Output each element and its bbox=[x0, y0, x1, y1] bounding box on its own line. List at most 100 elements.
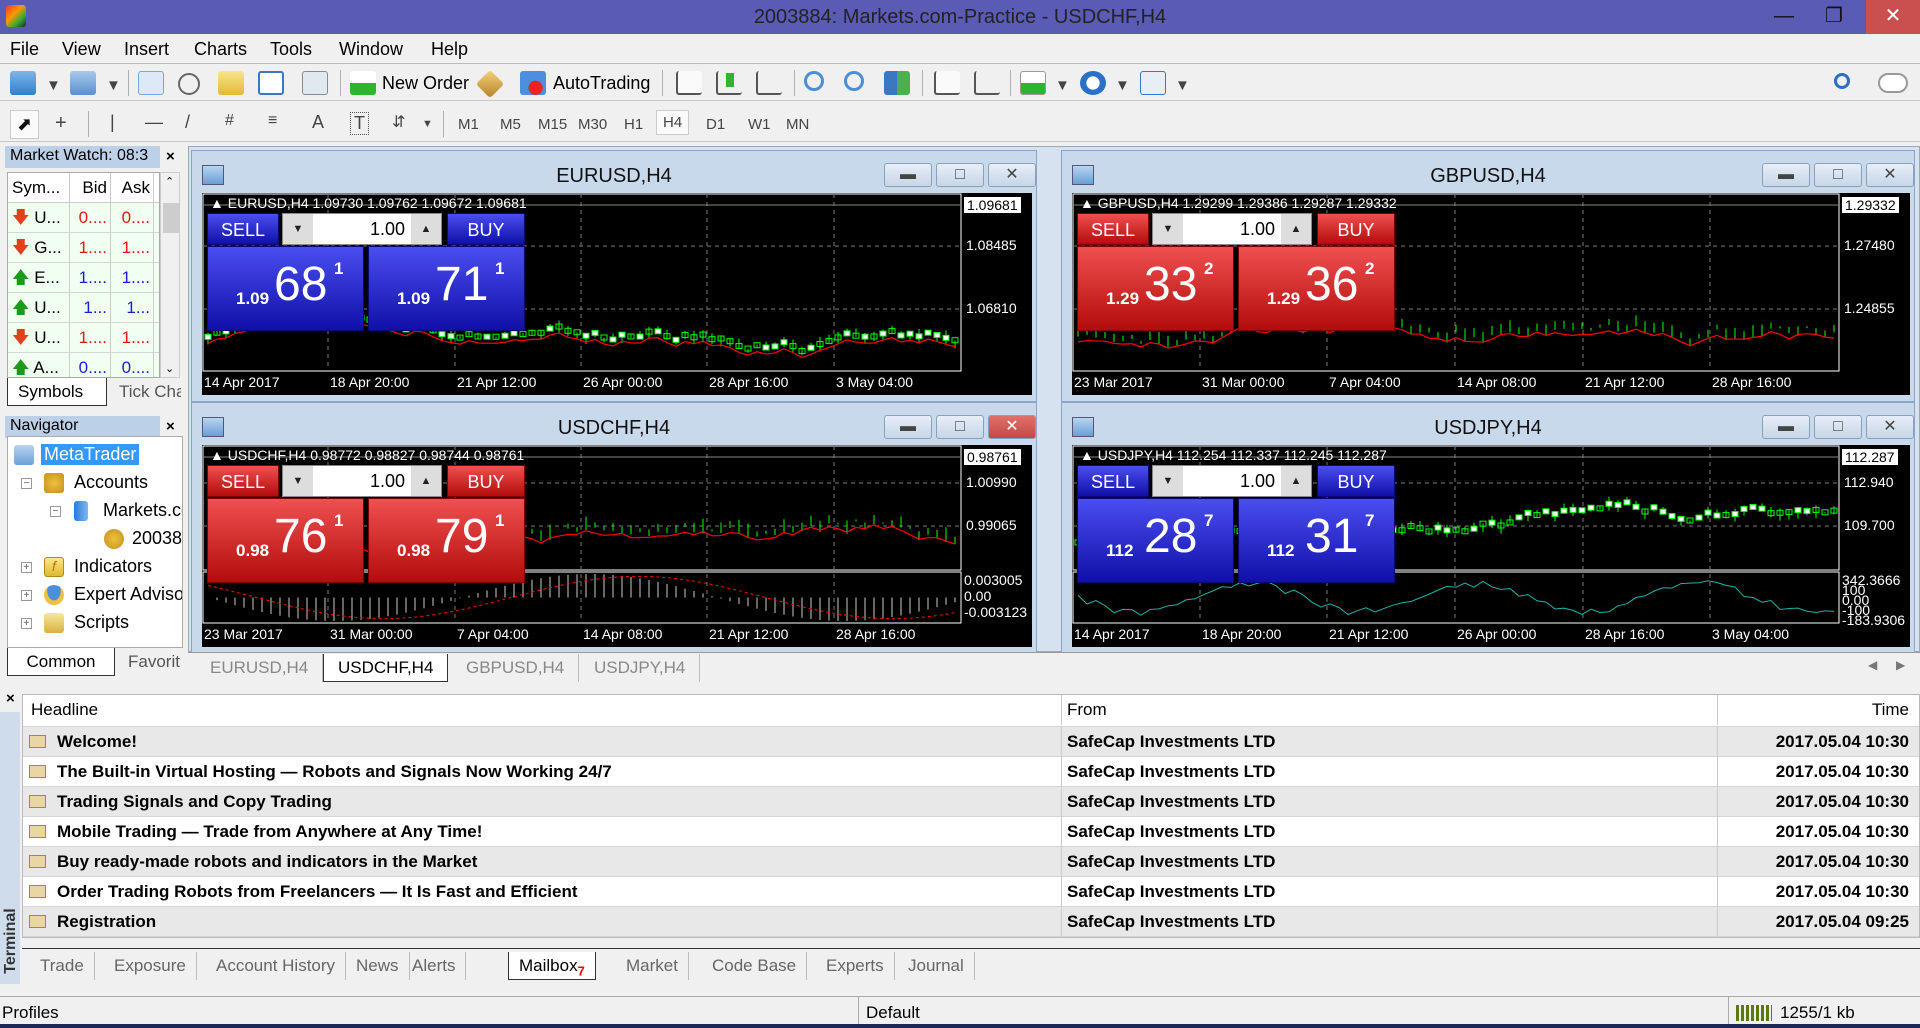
terminal-tab-news[interactable]: News bbox=[346, 952, 410, 980]
chart-tab-usdchf[interactable]: USDCHF,H4 bbox=[323, 654, 449, 682]
tab-favorites[interactable]: Favorit bbox=[118, 648, 184, 676]
menu-file[interactable]: File bbox=[10, 39, 39, 60]
terminal-tab-account-history[interactable]: Account History bbox=[206, 952, 347, 980]
collapse-icon[interactable]: − bbox=[21, 478, 32, 489]
menu-help[interactable]: Help bbox=[431, 39, 468, 60]
chart-tab-usdjpy[interactable]: USDJPY,H4 bbox=[580, 654, 701, 682]
sell-price-button[interactable]: 1.29 33 2 bbox=[1077, 246, 1234, 331]
market-watch-row[interactable]: 🡅 U... 1... 1... bbox=[8, 293, 159, 323]
new-chart-icon[interactable] bbox=[10, 71, 36, 95]
timeframe-m15[interactable]: M15 bbox=[538, 116, 567, 133]
chart-window-usdchf[interactable]: USDCHF,H4 ▬ □ ✕ ▲ USDCHF,H4 0.98772 0.988… bbox=[191, 402, 1037, 654]
tree-item-accounts[interactable]: Accounts bbox=[74, 472, 148, 493]
chart-minimize-button[interactable]: ▬ bbox=[1762, 163, 1810, 187]
chart-shift-icon[interactable] bbox=[934, 71, 960, 95]
chevron-down-icon[interactable]: ▼ bbox=[1055, 77, 1070, 94]
menu-view[interactable]: View bbox=[62, 39, 101, 60]
autoscroll-icon[interactable] bbox=[974, 71, 1000, 95]
chart-plot[interactable]: ▲ EURUSD,H4 1.09730 1.09762 1.09672 1.09… bbox=[202, 193, 1032, 395]
text-label-icon[interactable]: T bbox=[350, 112, 369, 135]
lot-size-input[interactable]: ▼ 1.00 ▲ bbox=[1152, 213, 1312, 245]
terminal-tab-journal[interactable]: Journal bbox=[898, 952, 975, 980]
buy-button[interactable]: BUY bbox=[1317, 465, 1395, 497]
market-watch-row[interactable]: 🡇 U... 0.... 0.... bbox=[8, 203, 159, 233]
chart-close-button[interactable]: ✕ bbox=[988, 163, 1036, 187]
tree-item-expert-advisors[interactable]: Expert Adviso bbox=[74, 584, 182, 605]
timeframe-h1[interactable]: H1 bbox=[624, 116, 643, 133]
buy-price-button[interactable]: 1.09 71 1 bbox=[368, 246, 525, 331]
lot-decrease-icon[interactable]: ▼ bbox=[283, 214, 313, 244]
buy-price-button[interactable]: 0.98 79 1 bbox=[368, 498, 525, 583]
lot-decrease-icon[interactable]: ▼ bbox=[1153, 214, 1183, 244]
timeframe-m30[interactable]: M30 bbox=[578, 116, 607, 133]
chart-window-eurusd[interactable]: EURUSD,H4 ▬ □ ✕ ▲ EURUSD,H4 1.09730 1.097… bbox=[191, 150, 1037, 402]
templates-icon[interactable] bbox=[1140, 71, 1166, 95]
collapse-arrow-icon[interactable]: ▲ bbox=[1080, 447, 1094, 463]
chevron-down-icon[interactable]: ▼ bbox=[422, 118, 433, 130]
lot-value[interactable]: 1.00 bbox=[1183, 466, 1281, 496]
timeframe-mn[interactable]: MN bbox=[786, 116, 809, 133]
bar-chart-icon[interactable] bbox=[676, 71, 702, 95]
lot-value[interactable]: 1.00 bbox=[1183, 214, 1281, 244]
cursor-icon[interactable]: ⬈ bbox=[10, 110, 40, 139]
tree-item-metatrader[interactable]: MetaTrader bbox=[41, 444, 140, 465]
expand-icon[interactable]: + bbox=[21, 562, 32, 573]
timeframe-w1[interactable]: W1 bbox=[748, 116, 771, 133]
collapse-arrow-icon[interactable]: ▲ bbox=[1080, 195, 1094, 211]
chart-window-usdjpy[interactable]: USDJPY,H4 ▬ □ ✕ ▲ USDJPY,H4 112.254 112.3… bbox=[1061, 402, 1915, 654]
navigator-icon[interactable] bbox=[218, 71, 244, 95]
tree-item-scripts[interactable]: Scripts bbox=[74, 612, 129, 633]
lot-size-input[interactable]: ▼ 1.00 ▲ bbox=[282, 465, 442, 497]
collapse-arrow-icon[interactable]: ▲ bbox=[210, 447, 224, 463]
buy-price-button[interactable]: 1.29 36 2 bbox=[1238, 246, 1395, 331]
tab-tick-chart[interactable]: Tick Cha bbox=[109, 378, 181, 406]
column-from[interactable]: From bbox=[1067, 695, 1107, 725]
mail-row[interactable]: Welcome! SafeCap Investments LTD 2017.05… bbox=[23, 727, 1919, 757]
chart-close-button[interactable]: ✕ bbox=[1866, 415, 1914, 439]
data-window-icon[interactable] bbox=[178, 73, 200, 95]
chevron-down-icon[interactable]: ▼ bbox=[1115, 77, 1130, 94]
autotrading-button[interactable]: AutoTrading bbox=[553, 73, 650, 94]
chart-plot[interactable]: ▲ GBPUSD,H4 1.29299 1.29386 1.29287 1.29… bbox=[1072, 193, 1910, 395]
chart-maximize-button[interactable]: □ bbox=[1814, 163, 1862, 187]
timeframe-h4[interactable]: H4 bbox=[656, 110, 690, 135]
mail-row[interactable]: Buy ready-made robots and indicators in … bbox=[23, 847, 1919, 877]
chevron-down-icon[interactable]: ▼ bbox=[1175, 77, 1190, 94]
scrollbar[interactable]: ⌃ ⌄ bbox=[160, 172, 180, 378]
tab-common[interactable]: Common bbox=[7, 648, 115, 676]
chat-icon[interactable] bbox=[1878, 73, 1908, 93]
terminal-tab-trade[interactable]: Trade bbox=[30, 952, 95, 980]
new-order-button[interactable]: New Order bbox=[382, 73, 469, 94]
market-watch-row[interactable]: 🡇 G... 1.... 1.... bbox=[8, 233, 159, 263]
tree-item-account[interactable]: 20038 bbox=[132, 528, 182, 549]
chevron-down-icon[interactable]: ▼ bbox=[106, 77, 121, 94]
chart-close-button[interactable]: ✕ bbox=[988, 415, 1036, 439]
mail-row[interactable]: Order Trading Robots from Freelancers — … bbox=[23, 877, 1919, 907]
lot-increase-icon[interactable]: ▲ bbox=[1281, 466, 1311, 496]
mail-row[interactable]: The Built-in Virtual Hosting — Robots an… bbox=[23, 757, 1919, 787]
chart-minimize-button[interactable]: ▬ bbox=[1762, 415, 1810, 439]
market-watch-row[interactable]: 🡅 A... 0.... 0.... bbox=[8, 353, 159, 377]
zoom-out-icon[interactable] bbox=[844, 71, 864, 91]
chart-maximize-button[interactable]: □ bbox=[936, 163, 984, 187]
terminal-icon[interactable] bbox=[258, 71, 284, 95]
mail-row[interactable]: Registration SafeCap Investments LTD 201… bbox=[23, 907, 1919, 937]
profiles-icon[interactable] bbox=[70, 71, 96, 95]
expand-icon[interactable]: + bbox=[21, 618, 32, 629]
zoom-in-icon[interactable] bbox=[804, 71, 824, 91]
terminal-close-icon[interactable]: × bbox=[6, 690, 15, 707]
collapse-icon[interactable]: − bbox=[50, 506, 61, 517]
tile-windows-icon[interactable] bbox=[884, 71, 910, 95]
chart-maximize-button[interactable]: □ bbox=[936, 415, 984, 439]
sell-price-button[interactable]: 0.98 76 1 bbox=[207, 498, 364, 583]
menu-tools[interactable]: Tools bbox=[270, 39, 312, 60]
sell-button[interactable]: SELL bbox=[207, 465, 279, 497]
minimize-button[interactable]: — bbox=[1760, 0, 1808, 34]
mail-row[interactable]: Trading Signals and Copy Trading SafeCap… bbox=[23, 787, 1919, 817]
column-time[interactable]: Time bbox=[1872, 695, 1909, 725]
lot-decrease-icon[interactable]: ▼ bbox=[283, 466, 313, 496]
close-icon[interactable]: × bbox=[166, 148, 175, 165]
chart-minimize-button[interactable]: ▬ bbox=[884, 163, 932, 187]
terminal-tab-alerts[interactable]: Alerts bbox=[402, 952, 467, 980]
sell-button[interactable]: SELL bbox=[207, 213, 279, 245]
